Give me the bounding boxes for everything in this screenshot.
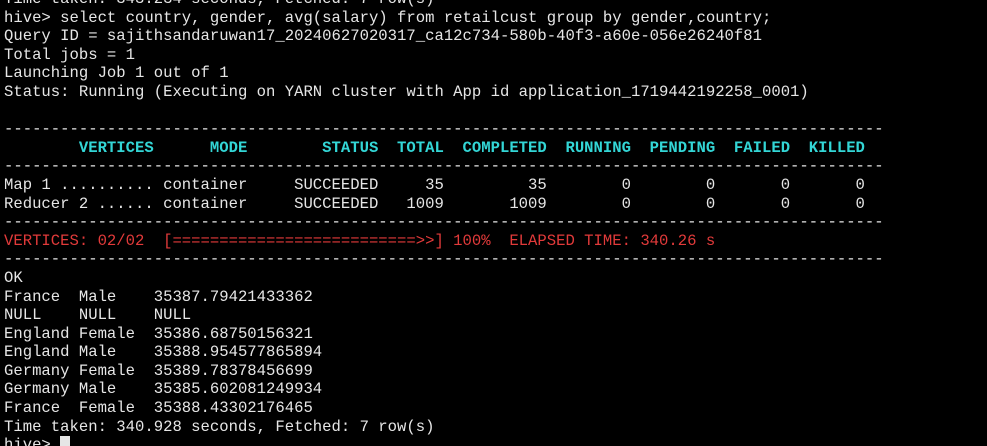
terminal-line: NULL NULL NULL bbox=[4, 306, 192, 325]
terminal-output: Time taken: 343.234 seconds, Fetched: 7 … bbox=[4, 0, 884, 446]
terminal-line: Query ID = sajithsandaruwan17_2024062702… bbox=[4, 27, 762, 46]
terminal-line: Time taken: 343.234 seconds, Fetched: 7 … bbox=[4, 0, 884, 9]
terminal-line: England Female 35386.68750156321 bbox=[4, 324, 313, 343]
terminal-line: England Male 35388.954577865894 bbox=[4, 343, 323, 362]
terminal-line: Reducer 2 ...... container SUCCEEDED 100… bbox=[4, 194, 865, 213]
terminal-line: ----------------------------------------… bbox=[4, 157, 884, 176]
terminal-line: Status: Running (Executing on YARN clust… bbox=[4, 82, 809, 101]
prompt-text: hive> bbox=[4, 436, 61, 446]
terminal-line: ----------------------------------------… bbox=[4, 250, 884, 269]
terminal-line: Map 1 .......... container SUCCEEDED 35 … bbox=[4, 175, 865, 194]
prompt-line[interactable]: hive> bbox=[4, 436, 884, 446]
terminal-line: OK bbox=[4, 268, 23, 287]
terminal-line: VERTICES: 02/02 [=======================… bbox=[4, 231, 716, 250]
terminal-line: VERTICES MODE STATUS TOTAL COMPLETED RUN… bbox=[4, 138, 865, 157]
text-cursor bbox=[60, 436, 71, 446]
terminal-line: Germany Female 35389.78378456699 bbox=[4, 361, 313, 380]
terminal-line: Launching Job 1 out of 1 bbox=[4, 64, 229, 83]
terminal-line: France Male 35387.79421433362 bbox=[4, 287, 313, 306]
terminal-line: ----------------------------------------… bbox=[4, 213, 884, 232]
terminal-line: ----------------------------------------… bbox=[4, 120, 884, 139]
terminal-line: Germany Male 35385.602081249934 bbox=[4, 380, 323, 399]
terminal-line: hive> select country, gender, avg(salary… bbox=[4, 8, 772, 27]
terminal-line: France Female 35388.43302176465 bbox=[4, 399, 313, 418]
terminal-window[interactable]: Time taken: 343.234 seconds, Fetched: 7 … bbox=[0, 0, 987, 446]
terminal-line: Time taken: 340.928 seconds, Fetched: 7 … bbox=[4, 417, 435, 436]
terminal-line: Total jobs = 1 bbox=[4, 45, 136, 64]
